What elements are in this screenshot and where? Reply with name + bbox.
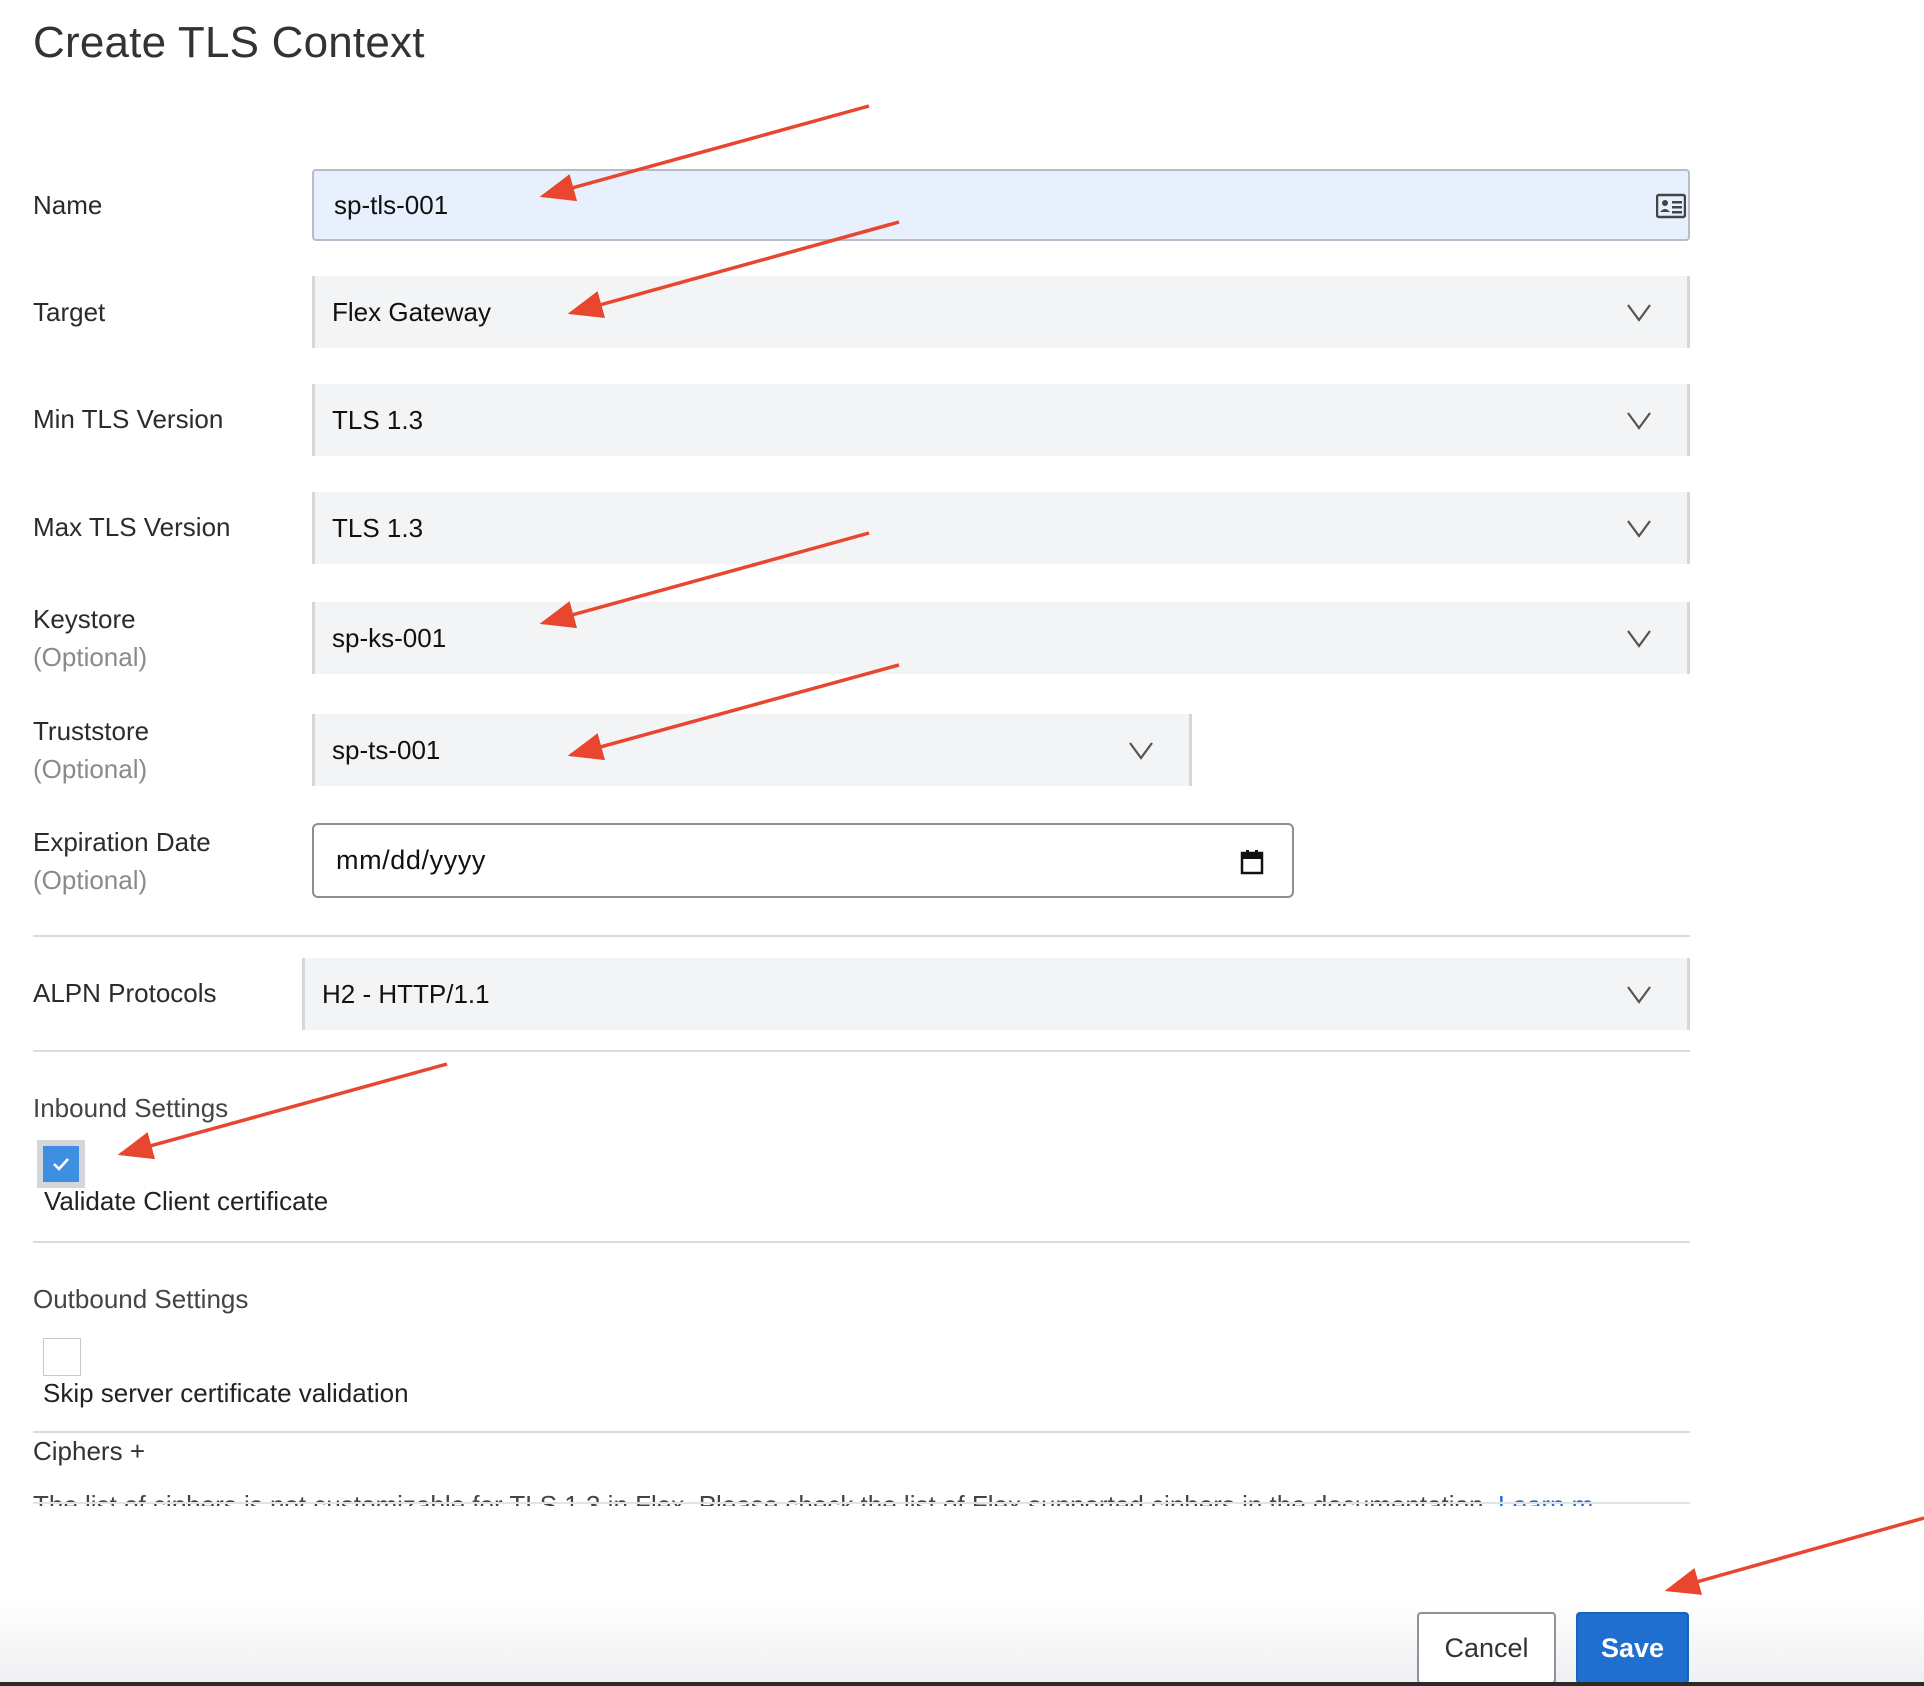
keystore-label-text: Keystore — [33, 604, 136, 634]
target-select-value: Flex Gateway — [332, 296, 491, 327]
chevron-down-icon — [1627, 630, 1651, 648]
keystore-label: Keystore (Optional) — [33, 600, 147, 676]
content-bottom-edge — [33, 1502, 1690, 1504]
expiration-date-input[interactable]: mm/dd/yyyy — [312, 823, 1294, 898]
validate-client-label[interactable]: Validate Client certificate — [44, 1186, 328, 1217]
name-label: Name — [33, 190, 103, 220]
target-label: Target — [33, 297, 106, 327]
truststore-label: Truststore (Optional) — [33, 712, 149, 788]
divider — [33, 1431, 1690, 1433]
max-tls-select-value: TLS 1.3 — [332, 512, 424, 543]
alpn-label: ALPN Protocols — [33, 978, 217, 1008]
name-input-value: sp-tls-001 — [334, 189, 449, 220]
name-input[interactable]: sp-tls-001 — [312, 169, 1690, 241]
page-title: Create TLS Context — [33, 18, 425, 67]
chevron-down-icon — [1129, 742, 1153, 760]
expiration-date-placeholder: mm/dd/yyyy — [336, 845, 487, 875]
truststore-select[interactable]: sp-ts-001 — [312, 714, 1192, 786]
max-tls-label: Max TLS Version — [33, 512, 231, 542]
divider — [33, 935, 1690, 937]
skip-server-validation-checkbox[interactable] — [43, 1338, 81, 1376]
min-tls-select[interactable]: TLS 1.3 — [312, 384, 1690, 456]
divider — [33, 1050, 1690, 1052]
annotation-arrow — [1664, 1516, 1924, 1595]
cancel-button[interactable]: Cancel — [1417, 1612, 1556, 1684]
chevron-down-icon — [1627, 412, 1651, 430]
chevron-down-icon — [1627, 304, 1651, 322]
truststore-label-text: Truststore — [33, 716, 150, 746]
validate-client-checkbox[interactable] — [37, 1140, 85, 1188]
checkmark-icon — [53, 1158, 69, 1171]
min-tls-label: Min TLS Version — [33, 404, 224, 434]
alpn-select[interactable]: H2 - HTTP/1.1 — [302, 958, 1690, 1030]
keystore-select[interactable]: sp-ks-001 — [312, 602, 1690, 674]
divider — [33, 1241, 1690, 1243]
chevron-down-icon — [1627, 520, 1651, 538]
skip-server-validation-label[interactable]: Skip server certificate validation — [43, 1378, 409, 1409]
ciphers-toggle[interactable]: Ciphers + — [33, 1436, 145, 1467]
keystore-optional-text: (Optional) — [33, 642, 148, 672]
max-tls-select[interactable]: TLS 1.3 — [312, 492, 1690, 564]
truststore-select-value: sp-ts-001 — [332, 734, 441, 765]
save-button[interactable]: Save — [1576, 1612, 1689, 1684]
inbound-settings-heading: Inbound Settings — [33, 1093, 229, 1123]
expiration-optional-text: (Optional) — [33, 865, 148, 895]
expiration-label-text: Expiration Date — [33, 827, 211, 857]
expiration-label: Expiration Date (Optional) — [33, 823, 211, 899]
alpn-select-value: H2 - HTTP/1.1 — [322, 978, 490, 1009]
keystore-select-value: sp-ks-001 — [332, 622, 447, 653]
chevron-down-icon — [1627, 986, 1651, 1004]
footer-edge — [0, 1682, 1924, 1686]
target-select[interactable]: Flex Gateway — [312, 276, 1690, 348]
contact-card-icon[interactable] — [1656, 193, 1686, 219]
calendar-icon[interactable] — [1240, 849, 1264, 875]
truststore-optional-text: (Optional) — [33, 754, 148, 784]
min-tls-select-value: TLS 1.3 — [332, 404, 424, 435]
outbound-settings-heading: Outbound Settings — [33, 1284, 249, 1314]
